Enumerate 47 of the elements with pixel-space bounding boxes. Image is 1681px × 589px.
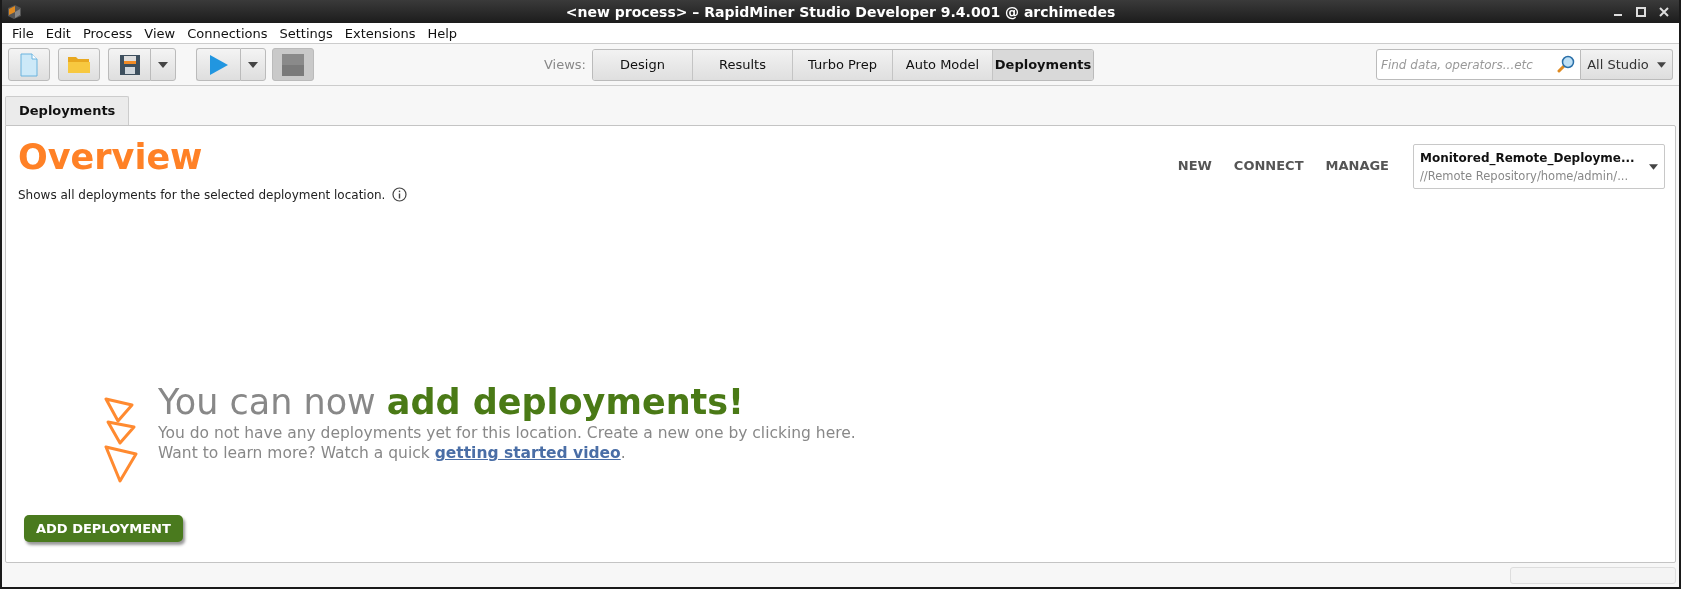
action-link[interactable]: NEW <box>1177 158 1212 173</box>
overview-title: Overview <box>18 136 204 179</box>
view-tab[interactable]: Results <box>693 49 793 80</box>
menu-item[interactable]: Help <box>421 25 464 41</box>
window-title: <new process> – RapidMiner Studio Developer 9.4.001 @ archimedes <box>565 3 1116 20</box>
search-scope-dropdown[interactable]: All Studio <box>1581 49 1673 80</box>
video-link[interactable]: getting started video <box>434 444 621 462</box>
menu-item[interactable]: Extensions <box>338 25 422 41</box>
save-button[interactable] <box>108 48 150 81</box>
view-tab[interactable]: Design <box>593 49 693 80</box>
document-icon <box>20 52 38 77</box>
save-dropdown-button[interactable] <box>150 48 176 81</box>
panel-tab[interactable]: Deployments <box>5 96 130 125</box>
action-link[interactable]: CONNECT <box>1233 158 1304 173</box>
location-dropdown[interactable]: Monitored_Remote_Deployme... //Remote Repository/home/admin/... <box>1413 144 1665 189</box>
add-deployment-button[interactable]: ADD DEPLOYMENT <box>24 515 183 542</box>
maximize-icon[interactable] <box>1636 6 1646 17</box>
stop-button[interactable] <box>272 48 314 81</box>
empty-state-message[interactable]: You do not have any deployments yet for this location. Create a new one by clicking here. <box>158 423 856 443</box>
folder-icon <box>67 54 91 75</box>
caret-icon <box>158 61 168 68</box>
stop-icon <box>282 53 304 76</box>
search-icon[interactable] <box>1557 55 1575 73</box>
caret-icon <box>1649 163 1658 170</box>
chevron-arrows-icon <box>104 397 140 483</box>
caret-icon <box>248 61 258 68</box>
menu-item[interactable]: Edit <box>39 25 77 41</box>
menu-item[interactable]: Connections <box>181 25 274 41</box>
learn-more-text: Want to learn more? Watch a quick getting started video. <box>158 443 627 463</box>
view-tab[interactable]: Auto Model <box>893 49 993 80</box>
menu-item[interactable]: View <box>138 25 182 41</box>
play-icon <box>208 53 229 76</box>
menu-item[interactable]: Process <box>76 25 139 41</box>
search-field[interactable]: Find data, operators...etc <box>1376 49 1581 80</box>
run-dropdown-button[interactable] <box>240 48 266 81</box>
views-label: Views: <box>544 57 586 72</box>
menu-item[interactable]: File <box>6 25 40 41</box>
caret-icon <box>1656 61 1666 68</box>
view-tab[interactable]: Deployments <box>993 49 1093 80</box>
action-link[interactable]: MANAGE <box>1325 158 1389 173</box>
info-icon[interactable] <box>392 187 408 202</box>
app-logo-icon <box>6 3 22 20</box>
close-icon[interactable] <box>1659 6 1669 17</box>
overview-description: Shows all deployments for the selected deployment location. <box>18 187 386 202</box>
empty-state-headline: You can now add deployments! <box>158 381 746 423</box>
view-tab[interactable]: Turbo Prep <box>793 49 893 80</box>
menu-item[interactable]: Settings <box>273 25 339 41</box>
